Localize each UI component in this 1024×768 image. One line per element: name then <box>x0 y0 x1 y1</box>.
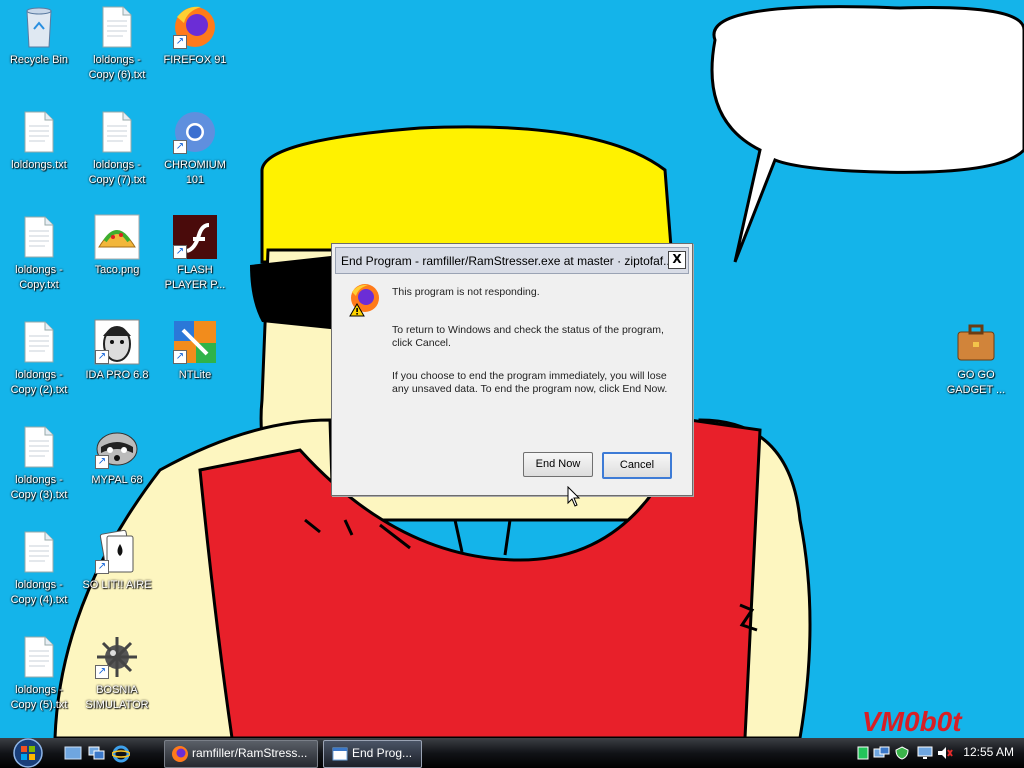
desktop-icon-label: loldongs - Copy (7).txt <box>88 159 146 186</box>
cancel-button[interactable]: Cancel <box>602 452 672 479</box>
desktop-icon-label: loldongs - Copy (5).txt <box>10 684 68 711</box>
desktop-icon[interactable]: ↗ IDA PRO 6.8 <box>79 318 155 383</box>
desktop-icon-label: loldongs - Copy (3).txt <box>10 474 68 501</box>
desktop-icon-label: FIREFOX 91 <box>163 54 227 66</box>
desktop-icon[interactable]: ↗ SO LIT!! AIRE <box>79 528 155 593</box>
desktop-icon-label: GO GO GADGET ... <box>946 369 1006 396</box>
desktop-icon-label: loldongs - Copy (6).txt <box>88 54 146 81</box>
close-button[interactable]: X <box>668 251 686 269</box>
dialog-message-not-responding: This program is not responding. <box>392 286 540 298</box>
internet-explorer-icon[interactable] <box>112 745 130 763</box>
desktop-icon-label: SO LIT!! AIRE <box>82 579 152 591</box>
shield-icon[interactable] <box>895 746 909 760</box>
clock[interactable]: 12:55 AM <box>963 745 1014 759</box>
mypal-icon: ↗ <box>93 423 141 471</box>
taskbar-item-end-program[interactable]: End Prog... <box>323 740 422 768</box>
network-icon[interactable] <box>873 746 891 760</box>
desktop-icon[interactable]: ↗ CHROMIUM 101 <box>157 108 233 188</box>
desktop-icon[interactable]: loldongs - Copy (6).txt <box>79 3 155 83</box>
wallpaper-sunglasses <box>250 255 340 330</box>
text-file-icon <box>15 633 63 681</box>
desktop-icon-label: NTLite <box>178 369 212 381</box>
volume-muted-icon[interactable] <box>937 746 953 760</box>
text-file-icon <box>15 528 63 576</box>
firefox-warning-icon <box>349 284 379 317</box>
mouse-cursor-icon <box>567 486 581 507</box>
end-now-button[interactable]: End Now <box>523 452 593 477</box>
desktop-icon[interactable]: loldongs.txt <box>1 108 77 173</box>
dialog-title: End Program - ramfiller/RamStresser.exe … <box>341 254 674 268</box>
end-program-dialog: End Program - ramfiller/RamStresser.exe … <box>331 243 693 496</box>
chromium-icon: ↗ <box>171 108 219 156</box>
text-file-icon <box>15 318 63 366</box>
dialog-message-cancel: To return to Windows and check the statu… <box>392 324 664 349</box>
text-file-icon <box>15 213 63 261</box>
taskbar: ramfiller/RamStress... End Prog... 12:55… <box>0 738 1024 768</box>
desktop-icon-label: Taco.png <box>94 264 140 276</box>
desktop-icon[interactable]: loldongs - Copy.txt <box>1 213 77 293</box>
desktop-icon-label: loldongs - Copy (4).txt <box>10 579 68 606</box>
dialog-title-bar[interactable]: End Program - ramfiller/RamStresser.exe … <box>335 247 689 274</box>
desktop-icon-label: MYPAL 68 <box>91 474 143 486</box>
speech-bubble <box>710 5 1024 263</box>
switch-windows-icon[interactable] <box>88 746 106 761</box>
firefox-icon <box>172 746 188 762</box>
text-file-icon <box>15 423 63 471</box>
desktop-icon[interactable]: Taco.png <box>79 213 155 278</box>
desktop-icon-label: Recycle Bin <box>9 54 69 66</box>
desktop-icon-label: loldongs.txt <box>11 159 67 171</box>
desktop-icon[interactable]: GO GO GADGET ... <box>938 318 1014 398</box>
desktop-icon[interactable]: loldongs - Copy (4).txt <box>1 528 77 608</box>
taskbar-item-firefox[interactable]: ramfiller/RamStress... <box>164 740 318 768</box>
system-tray <box>855 744 955 762</box>
show-desktop-icon[interactable] <box>64 746 82 761</box>
ntlite-icon: ↗ <box>171 318 219 366</box>
desktop-icon-label: BOSNIA SIMULATOR <box>85 684 149 711</box>
desktop-icon[interactable]: ↗ FLASH PLAYER P... <box>157 213 233 293</box>
firefox-icon: ↗ <box>171 3 219 51</box>
start-button[interactable] <box>4 738 52 768</box>
taskbar-item-label: End Prog... <box>352 746 413 760</box>
text-file-icon <box>93 108 141 156</box>
dialog-message-end-now: If you choose to end the program immedia… <box>392 370 668 395</box>
wallpaper-hair <box>260 125 674 264</box>
desktop-icon-label: loldongs - Copy.txt <box>15 264 63 291</box>
desktop-icon[interactable]: ↗ FIREFOX 91 <box>157 3 233 68</box>
desktop-icon-label: CHROMIUM 101 <box>164 159 226 186</box>
desktop-icon[interactable]: ↗ MYPAL 68 <box>79 423 155 488</box>
text-file-icon <box>15 108 63 156</box>
desktop-icon[interactable]: loldongs - Copy (2).txt <box>1 318 77 398</box>
minesweeper-icon: ↗ <box>93 633 141 681</box>
wallpaper-signature: VM0b0t <box>862 706 963 737</box>
desktop-icon[interactable]: ↗ BOSNIA SIMULATOR <box>79 633 155 713</box>
desktop-icon[interactable]: loldongs - Copy (3).txt <box>1 423 77 503</box>
desktop-icon[interactable]: loldongs - Copy (7).txt <box>79 108 155 188</box>
battery-icon[interactable] <box>857 746 869 760</box>
window-icon <box>332 747 348 761</box>
desktop-icon-label: loldongs - Copy (2).txt <box>10 369 68 396</box>
briefcase-icon <box>952 318 1000 366</box>
desktop[interactable]: VM0b0t Recycle Bin loldongs - Copy (6).tx… <box>0 0 1024 738</box>
monitor-icon[interactable] <box>917 746 933 760</box>
desktop-icon-label: IDA PRO 6.8 <box>85 369 149 381</box>
ida-pro-icon: ↗ <box>93 318 141 366</box>
desktop-icon-label: FLASH PLAYER P... <box>164 264 226 291</box>
text-file-icon <box>93 3 141 51</box>
taskbar-item-label: ramfiller/RamStress... <box>192 746 308 760</box>
flash-player-icon: ↗ <box>171 213 219 261</box>
desktop-icon[interactable]: ↗ NTLite <box>157 318 233 383</box>
recycle-bin-icon <box>15 3 63 51</box>
desktop-icon[interactable]: loldongs - Copy (5).txt <box>1 633 77 713</box>
taco-icon <box>93 213 141 261</box>
desktop-icon[interactable]: Recycle Bin <box>1 3 77 68</box>
solitaire-icon: ↗ <box>93 528 141 576</box>
